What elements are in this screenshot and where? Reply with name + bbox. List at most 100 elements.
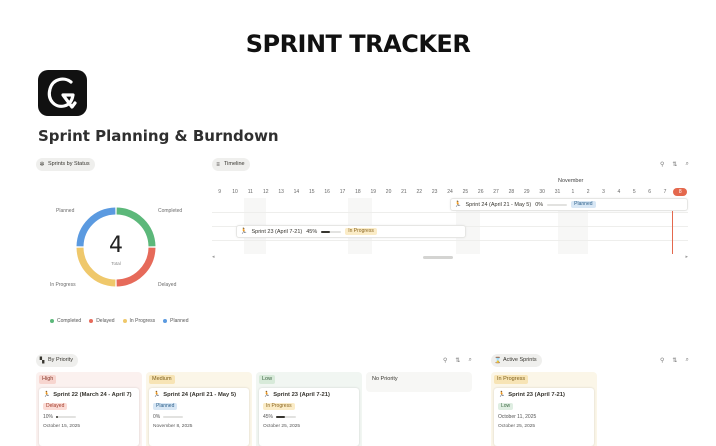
card-date: October 15, 2025 (43, 424, 81, 429)
scroll-right-icon[interactable]: ▸ (685, 254, 688, 260)
timeline-label: Timeline (224, 161, 245, 167)
timeline-day: 16 (324, 189, 330, 195)
card-date: October 25, 2025 (263, 424, 301, 429)
card-title: Sprint 24 (April 21 - May 5) (163, 392, 237, 398)
logo-icon (47, 77, 77, 109)
app-logo (38, 70, 87, 116)
card-progress: 45% (263, 414, 274, 420)
search-icon[interactable]: ⌕ (468, 357, 471, 364)
timeline-day: 26 (477, 189, 484, 195)
timeline-day: 28 (508, 189, 515, 195)
column-header: Low (259, 375, 276, 384)
page-title: Sprint Planning & Burndown (38, 127, 279, 145)
timeline-days: 9 10 11 12 13 14 15 16 17 18 19 20 21 22 23 24 25 26 27 28 2… (212, 188, 688, 196)
legend-planned: Planned (163, 318, 188, 324)
legend-in-progress: In Progress (122, 318, 155, 324)
timeline-body: 🏃 Sprint 24 (April 21 - May 5) 0% Planne… (212, 198, 688, 254)
sprints-by-status-label: Sprints by Status (48, 161, 90, 167)
card-progress: 0% (153, 414, 161, 420)
active-sprints-label: Active Sprints (503, 357, 537, 363)
bar-title: Sprint 23 (April 7-21) (251, 228, 303, 235)
filter-icon[interactable]: ⚲ (660, 357, 664, 364)
status-badge: Planned (571, 201, 596, 208)
column-header: In Progress (494, 375, 529, 384)
column-no-priority: No Priority (366, 372, 472, 392)
card-date: November 8, 2025 (153, 424, 193, 429)
board-toolbar: ⚲ ⇅ ⌕ (443, 357, 472, 364)
card-title: Sprint 22 (March 24 - April 7) (53, 392, 132, 398)
runner-icon: 🏃 (498, 392, 506, 398)
timeline-scrollbar[interactable]: ◂ ▸ (212, 254, 688, 260)
by-priority-tab[interactable]: ▚ By Priority (36, 354, 79, 367)
timeline-day: 29 (523, 189, 530, 195)
active-sprints-tab[interactable]: ⌛ Active Sprints (491, 354, 542, 367)
timeline-day: 5 (632, 189, 636, 195)
search-icon[interactable]: ⌕ (685, 357, 688, 364)
status-legend: Completed Delayed In Progress Planned (50, 318, 188, 324)
status-badge: Delayed (43, 403, 68, 410)
active-toolbar: ⚲ ⇅ ⌕ (660, 357, 689, 364)
sort-icon[interactable]: ⇅ (455, 357, 460, 364)
sort-icon[interactable]: ⇅ (672, 161, 677, 168)
hourglass-icon: ⌛ (494, 357, 502, 364)
scroll-thumb[interactable] (423, 256, 453, 259)
runner-icon: 🏃 (240, 229, 248, 235)
column-header: No Priority (372, 376, 398, 382)
card-end-date: October 25, 2025 (498, 424, 536, 429)
timeline-tab[interactable]: ≡ Timeline (212, 158, 250, 171)
status-badge: In Progress (345, 228, 377, 235)
timeline-day: 7 (663, 189, 667, 195)
timeline-toolbar: ⚲ ⇅ ⌕ (660, 161, 689, 168)
filter-icon[interactable]: ⚲ (443, 357, 447, 364)
timeline-day: 31 (554, 189, 561, 195)
bar-progress: 45% (306, 228, 318, 235)
sprint-card[interactable]: 🏃 Sprint 22 (March 24 - April 7) Delayed … (39, 388, 139, 446)
progress-bar (276, 416, 297, 418)
status-badge: In Progress (263, 403, 295, 410)
timeline-day: 13 (278, 189, 284, 195)
timeline-day: 23 (431, 189, 438, 195)
brand-title: SPRINT TRACKER (245, 30, 471, 58)
timeline-day: 18 (355, 189, 361, 195)
card-progress: 10% (43, 414, 54, 420)
status-badge: Planned (153, 403, 178, 410)
timeline-day: 4 (617, 189, 621, 195)
timeline-day: 3 (602, 189, 605, 195)
column-low: Low 🏃 Sprint 23 (April 7-21) In Progress … (256, 372, 362, 446)
bar-title: Sprint 24 (April 21 - May 5) (465, 201, 532, 208)
progress-bar (547, 203, 568, 206)
timeline-day: 30 (539, 189, 545, 195)
timeline-day: 14 (293, 189, 300, 195)
timeline-day: 24 (447, 189, 453, 195)
timeline-day: 15 (309, 189, 315, 195)
timeline-bar-sprint-23[interactable]: 🏃 Sprint 23 (April 7-21) 45% In Progress (236, 225, 466, 238)
legend-completed: Completed (50, 318, 81, 324)
filter-icon[interactable]: ⚲ (660, 161, 664, 168)
status-donut-chart: 4 Total (72, 203, 160, 291)
timeline-bar-sprint-24[interactable]: 🏃 Sprint 24 (April 21 - May 5) 0% Planne… (450, 198, 688, 211)
timeline-day: 20 (385, 189, 392, 195)
sprint-card[interactable]: 🏃 Sprint 23 (April 7-21) In Progress 45% … (259, 388, 359, 446)
column-header: Medium (149, 375, 175, 384)
progress-bar (56, 416, 77, 418)
timeline-icon: ≡ (216, 161, 220, 168)
total-label: Total (111, 261, 121, 266)
card-start-date: October 11, 2025 (498, 414, 537, 420)
scroll-left-icon[interactable]: ◂ (212, 254, 215, 260)
flag-icon: ▚ (39, 357, 45, 364)
sprint-card[interactable]: 🏃 Sprint 24 (April 21 - May 5) Planned 0%… (149, 388, 249, 446)
timeline-day: 9 (218, 189, 222, 195)
timeline-day: 19 (370, 189, 376, 195)
timeline-day: 11 (247, 189, 253, 195)
priority-badge: Low (498, 403, 514, 410)
label-planned: Planned (56, 208, 75, 214)
sprint-card[interactable]: 🏃 Sprint 23 (April 7-21) Low October 11, … (494, 388, 594, 446)
search-icon[interactable]: ⌕ (685, 161, 688, 168)
column-high: High 🏃 Sprint 22 (March 24 - April 7) Del… (36, 372, 142, 446)
runner-icon: 🏃 (153, 392, 161, 398)
timeline-day: 25 (462, 189, 469, 195)
timeline-day: 21 (401, 189, 407, 195)
sprints-by-status-tab[interactable]: ✲ Sprints by Status (36, 158, 95, 171)
runner-icon: 🏃 (454, 202, 462, 208)
sort-icon[interactable]: ⇅ (672, 357, 677, 364)
